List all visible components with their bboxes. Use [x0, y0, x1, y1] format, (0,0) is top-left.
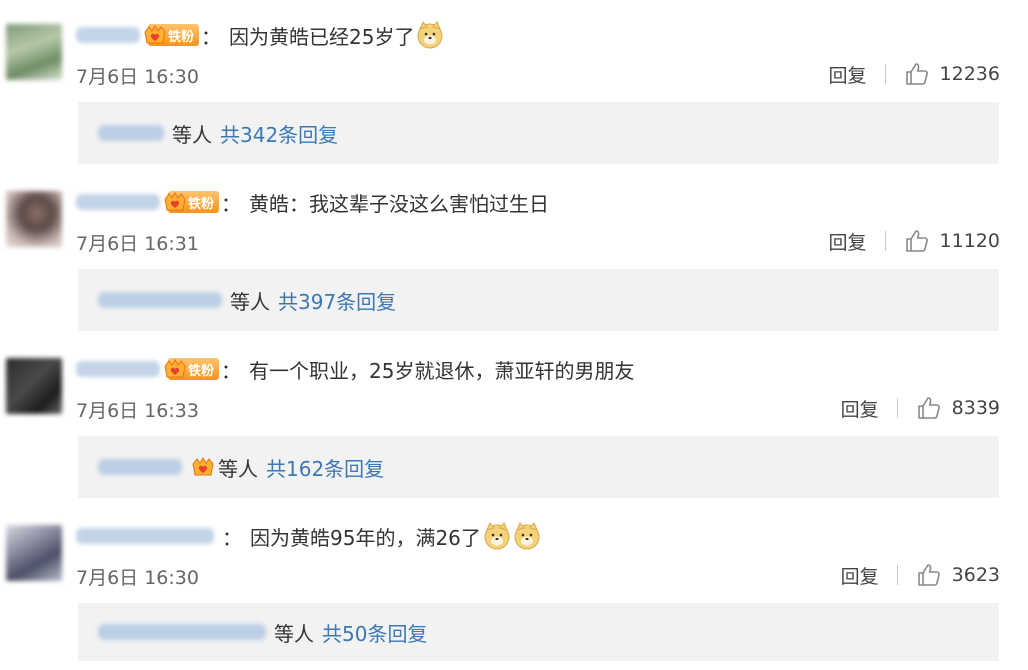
reply-total-link[interactable]: 共342条回复 — [220, 119, 338, 148]
comment-feed: 铁粉 ： 因为黄皓已经25岁了 7月6日 16:30 回复 12236 等人 共… — [0, 0, 1028, 670]
username[interactable] — [76, 27, 140, 43]
divider — [896, 398, 898, 418]
colon-separator: ： — [221, 358, 242, 383]
colon-separator: ： — [222, 525, 242, 550]
fan-badge-label: 铁粉 — [168, 29, 195, 45]
comment-line: ： 因为黄皓95年的，满26了 — [76, 519, 541, 553]
reply-summary: 等人 共342条回复 — [78, 102, 999, 164]
colon-separator: ： — [221, 191, 242, 216]
reply-total-link[interactable]: 共162条回复 — [266, 453, 384, 482]
divider — [896, 565, 898, 585]
fan-badge-label: 铁粉 — [188, 196, 215, 212]
crown-heart-icon — [190, 455, 216, 479]
username[interactable] — [76, 528, 214, 544]
like-count: 8339 — [951, 397, 1000, 419]
thumbs-up-icon[interactable] — [916, 562, 942, 588]
comment-text: 因为黄皓已经25岁了 — [229, 24, 415, 49]
reply-summary: 等人 共397条回复 — [78, 269, 999, 331]
comment-date: 7月6日 16:30 — [76, 66, 199, 88]
avatar[interactable] — [6, 24, 62, 80]
username[interactable] — [76, 361, 160, 377]
fan-badge[interactable]: 铁粉 — [144, 24, 200, 46]
comment-actions: 回复 12236 — [829, 58, 1000, 90]
reply-prefix: 等人 — [230, 289, 270, 314]
doge-emoji-icon — [513, 522, 541, 550]
like-count: 11120 — [939, 230, 1000, 252]
comment-date: 7月6日 16:33 — [76, 400, 199, 422]
reply-summary: 等人 共162条回复 — [78, 436, 999, 498]
comment-item: 铁粉 ： 因为黄皓已经25岁了 7月6日 16:30 回复 12236 等人 共… — [0, 0, 1028, 167]
comment-date: 7月6日 16:31 — [76, 233, 199, 255]
comment-item: ： 因为黄皓95年的，满26了 7月6日 16:30 回复 3623 等人 共5… — [0, 501, 1028, 668]
reply-prefix: 等人 — [172, 122, 212, 147]
avatar[interactable] — [6, 358, 62, 414]
comment-actions: 回复 11120 — [829, 225, 1000, 257]
comment-line: 铁粉 ： 因为黄皓已经25岁了 — [76, 18, 444, 52]
avatar[interactable] — [6, 525, 62, 581]
colon-separator: ： — [201, 24, 222, 49]
crown-heart-icon — [162, 357, 188, 381]
replier-name[interactable] — [98, 624, 266, 640]
comment-actions: 回复 3623 — [841, 559, 1000, 591]
reply-prefix: 等人 — [274, 621, 314, 646]
comment-text: 黄皓：我这辈子没这么害怕过生日 — [249, 191, 550, 216]
reply-button[interactable]: 回复 — [829, 61, 867, 88]
replier-name[interactable] — [98, 459, 182, 475]
replier-name[interactable] — [98, 292, 222, 308]
reply-summary: 等人 共50条回复 — [78, 603, 999, 661]
like-count: 12236 — [939, 63, 1000, 85]
crown-heart-icon — [142, 23, 168, 47]
reply-total-link[interactable]: 共50条回复 — [322, 618, 427, 647]
divider — [884, 231, 886, 251]
reply-button[interactable]: 回复 — [829, 228, 867, 255]
replier-name[interactable] — [98, 125, 164, 141]
username[interactable] — [76, 194, 160, 210]
comment-date: 7月6日 16:30 — [76, 567, 199, 589]
avatar[interactable] — [6, 191, 62, 247]
thumbs-up-icon[interactable] — [904, 61, 930, 87]
like-count: 3623 — [951, 564, 1000, 586]
reply-button[interactable]: 回复 — [841, 395, 879, 422]
comment-text: 因为黄皓95年的，满26了 — [250, 525, 481, 550]
fan-badge[interactable]: 铁粉 — [164, 358, 220, 380]
crown-heart-icon — [162, 190, 188, 214]
reply-prefix: 等人 — [218, 456, 258, 481]
reply-button[interactable]: 回复 — [841, 562, 879, 589]
reply-total-link[interactable]: 共397条回复 — [278, 286, 396, 315]
comment-line: 铁粉 ： 黄皓：我这辈子没这么害怕过生日 — [76, 185, 549, 219]
comment-text: 有一个职业，25岁就退休，萧亚轩的男朋友 — [249, 358, 635, 383]
comment-item: 铁粉 ： 黄皓：我这辈子没这么害怕过生日 7月6日 16:31 回复 11120… — [0, 167, 1028, 334]
fan-badge[interactable]: 铁粉 — [164, 191, 220, 213]
doge-emoji-icon — [483, 522, 511, 550]
divider — [884, 64, 886, 84]
thumbs-up-icon[interactable] — [916, 395, 942, 421]
doge-emoji-icon — [416, 21, 444, 49]
comment-item: 铁粉 ： 有一个职业，25岁就退休，萧亚轩的男朋友 7月6日 16:33 回复 … — [0, 334, 1028, 501]
comment-actions: 回复 8339 — [841, 392, 1000, 424]
comment-line: 铁粉 ： 有一个职业，25岁就退休，萧亚轩的男朋友 — [76, 352, 634, 386]
fan-badge-label: 铁粉 — [188, 363, 215, 379]
thumbs-up-icon[interactable] — [904, 228, 930, 254]
